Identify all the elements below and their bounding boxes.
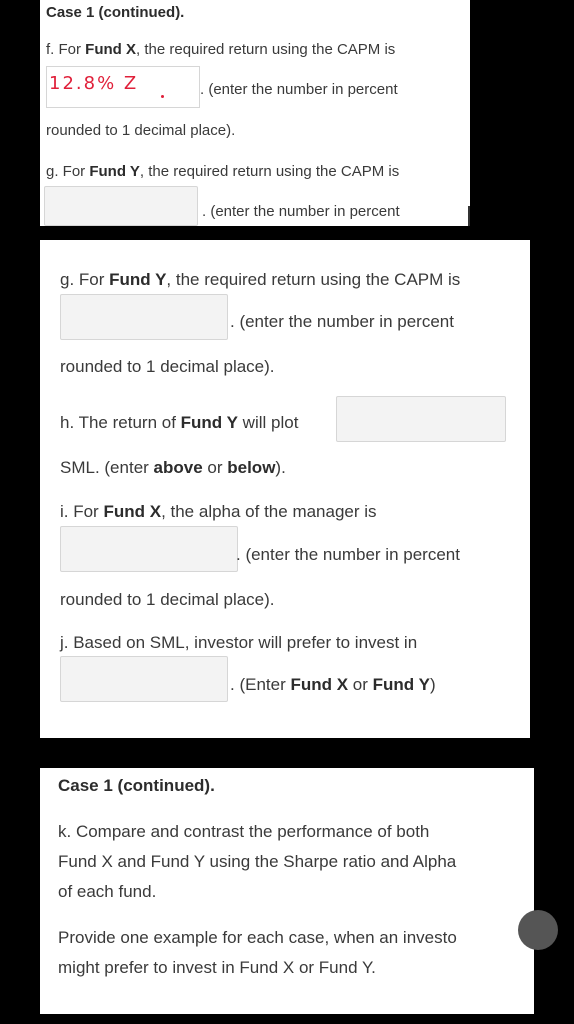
question-g-text: g. For Fund Y, the required return using…: [46, 163, 400, 180]
question-k-line-1: k. Compare and contrast the performance …: [58, 822, 430, 841]
question-panel-bottom: Case 1 (continued). k. Compare and contr…: [40, 768, 534, 1014]
fund-y-capm-input[interactable]: [60, 294, 228, 340]
case-header: Case 1 (continued).: [58, 776, 215, 795]
question-g-tail: rounded to 1 decimal place).: [60, 357, 275, 376]
question-h-text: h. The return of Fund Y will plot: [60, 413, 299, 432]
question-g-instruction: . (enter the number in percent: [230, 312, 454, 331]
question-k-line-3: of each fund.: [58, 882, 157, 901]
cursor-dot: [161, 95, 164, 98]
question-g-text: g. For Fund Y, the required return using…: [60, 270, 461, 289]
sml-position-input[interactable]: [336, 396, 506, 442]
prompt-line-1: Provide one example for each case, when …: [58, 928, 457, 947]
question-j-text: j. Based on SML, investor will prefer to…: [60, 633, 418, 652]
question-panel-top: Case 1 (continued). f. For Fund X, the r…: [40, 0, 470, 226]
question-k-line-2: Fund X and Fund Y using the Sharpe ratio…: [58, 852, 457, 871]
fund-x-alpha-input[interactable]: [60, 526, 238, 572]
question-i-tail: rounded to 1 decimal place).: [60, 590, 275, 609]
question-panel-middle: g. For Fund Y, the required return using…: [40, 240, 530, 738]
question-i-instruction: . (enter the number in percent: [236, 545, 460, 564]
prompt-line-2: might prefer to invest in Fund X or Fund…: [58, 958, 376, 977]
question-j-instruction: . (Enter Fund X or Fund Y): [230, 675, 436, 694]
fund-x-return-input[interactable]: 12.8% Z: [46, 66, 200, 108]
question-f-instruction: . (enter the number in percent: [200, 81, 398, 98]
question-f-tail: rounded to 1 decimal place).: [46, 122, 236, 139]
handwritten-answer: 12.8% Z: [49, 73, 139, 94]
preferred-fund-input[interactable]: [60, 656, 228, 702]
question-g-instruction: . (enter the number in percent: [202, 203, 400, 220]
question-h-tail: SML. (enter above or below).: [60, 458, 286, 477]
divider: [468, 206, 470, 226]
question-f-text: f. For Fund X, the required return using…: [46, 41, 396, 58]
fund-y-return-input-partial[interactable]: [44, 186, 198, 226]
case-header: Case 1 (continued).: [46, 4, 185, 21]
question-i-text: i. For Fund X, the alpha of the manager …: [60, 502, 377, 521]
scroll-handle[interactable]: [518, 910, 558, 950]
